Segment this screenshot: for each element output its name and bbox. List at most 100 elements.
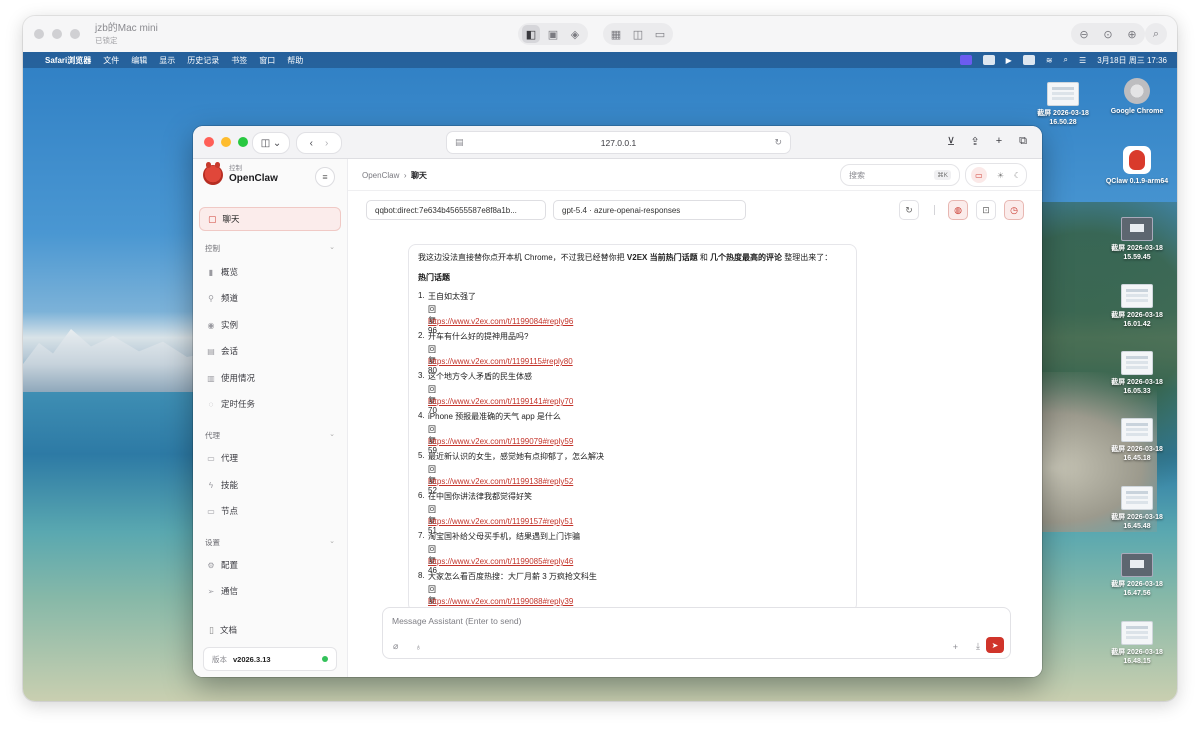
grid-icon[interactable]: ▦	[607, 25, 625, 43]
zoom-fit-icon[interactable]: ⊙	[1099, 25, 1117, 43]
folder-icon: ▭	[207, 453, 215, 463]
menu-item-view[interactable]: 显示	[159, 55, 175, 66]
add-icon[interactable]: +	[953, 642, 958, 652]
sidebar-item-usage[interactable]: ▥ 使用情况	[205, 372, 255, 384]
item-link[interactable]: https://www.v2ex.com/t/1199141#reply70	[428, 397, 573, 406]
microphone-icon[interactable]: ♁	[415, 642, 422, 652]
item-link[interactable]: https://www.v2ex.com/t/1199157#reply51	[428, 517, 573, 526]
share-icon[interactable]: ⇪	[966, 132, 984, 150]
section-header-control[interactable]: 控制 ⌄	[205, 243, 335, 254]
sidebar-item-sessions[interactable]: ▤ 会话	[205, 345, 238, 357]
control-mode-icon[interactable]: ◧	[522, 25, 540, 43]
sidebar-item-instances[interactable]: ◉ 实例	[205, 319, 239, 331]
attach-icon[interactable]: ⌀	[393, 641, 398, 652]
play-icon[interactable]: ▶	[1006, 56, 1012, 65]
lightning-icon: ϟ	[208, 480, 214, 490]
forward-icon[interactable]: ›	[325, 138, 328, 149]
sidebar-item-comms[interactable]: ➢ 通信	[205, 585, 238, 597]
split-icon[interactable]: ◫	[629, 25, 647, 43]
sidebar-toggle-button[interactable]: ◫ ⌄	[252, 132, 290, 154]
sidebar-item-config[interactable]: ⚙ 配置	[205, 559, 238, 571]
desktop-file-screenshot[interactable]: 截屏 2026-03-18 15.59.45	[1102, 217, 1172, 262]
desktop-app-chrome[interactable]: Google Chrome	[1102, 78, 1172, 116]
desktop-file-screenshot[interactable]: 截屏 2026-03-18 16.45.48	[1102, 486, 1172, 531]
item-number: 1.	[418, 291, 425, 300]
close-dot[interactable]	[34, 29, 44, 39]
sidebar-item-chat[interactable]: ▢ 聊天	[199, 207, 341, 231]
desktop-file-screenshot[interactable]: 截屏 2026-03-18 16.05.33	[1102, 351, 1172, 396]
section-header-agent[interactable]: 代理 ⌄	[205, 430, 335, 441]
sidebar-item-agents[interactable]: ▭ 代理	[205, 452, 238, 464]
downloads-icon[interactable]: ⊻	[942, 132, 960, 150]
zoom-dot[interactable]	[70, 29, 80, 39]
desktop-file-screenshot[interactable]: 截屏 2026-03-18 16.48.15	[1102, 621, 1172, 666]
tab-overview-icon[interactable]: ⧉	[1014, 132, 1032, 150]
remote-search-icon[interactable]: ⌕	[1149, 25, 1163, 43]
app-status-icon[interactable]	[982, 55, 995, 65]
menu-item-bookmarks[interactable]: 书签	[231, 55, 247, 66]
menubar-clock[interactable]: 3月18日 周三 17:36	[1097, 55, 1167, 66]
menu-item-window[interactable]: 窗口	[259, 55, 275, 66]
desktop-app-qclaw[interactable]: QClaw 0.1.9-arm64	[1102, 146, 1172, 186]
section-header-settings[interactable]: 设置 ⌄	[205, 537, 335, 548]
theme-system-icon[interactable]: ▭	[970, 167, 987, 183]
back-icon[interactable]: ‹	[310, 138, 313, 149]
desktop-file-screenshot[interactable]: 截屏 2026-03-18 16.01.42	[1102, 284, 1172, 329]
menu-item-history[interactable]: 历史记录	[187, 55, 219, 66]
docs-link[interactable]: ▯ 文档	[209, 624, 237, 636]
minimize-dot[interactable]	[52, 29, 62, 39]
desktop-file-screenshot[interactable]: 截屏 2026-03-18 16.47.56	[1102, 553, 1172, 598]
desktop-file-screenshot[interactable]: 截屏 2026-03-18 16.50.28	[1028, 82, 1098, 127]
page-settings-icon[interactable]: ▤	[455, 137, 464, 148]
zoom-in-icon[interactable]: ⊕	[1123, 25, 1141, 43]
display-icon[interactable]: ▭	[651, 25, 669, 43]
refresh-button[interactable]: ↻	[899, 200, 919, 220]
sidebar-item-nodes[interactable]: ▭ 节点	[205, 505, 238, 517]
breadcrumb-current: 聊天	[410, 171, 427, 180]
history-button[interactable]: ◷	[1004, 200, 1024, 220]
control-center-icon[interactable]: ☰	[1079, 56, 1086, 65]
zoom-button[interactable]	[238, 137, 248, 147]
theme-dark-icon[interactable]: ☾	[1014, 171, 1021, 180]
desktop-file-screenshot[interactable]: 截屏 2026-03-18 16.45.18	[1102, 418, 1172, 463]
message-composer[interactable]: Message Assistant (Enter to send) ⌀ ♁ + …	[382, 607, 1011, 659]
thinking-toggle-button[interactable]: ◍	[948, 200, 968, 220]
gear-icon: ⚙	[207, 560, 215, 570]
session-selector[interactable]: qqbot:direct:7e634b45655587e8f8a1b...	[366, 200, 546, 220]
wifi-icon[interactable]: ≋	[1046, 56, 1053, 65]
item-link[interactable]: https://www.v2ex.com/t/1199084#reply96	[428, 317, 573, 326]
theme-light-icon[interactable]: ☀	[997, 171, 1004, 180]
item-link[interactable]: https://www.v2ex.com/t/1199115#reply80	[428, 357, 573, 366]
minimize-button[interactable]	[221, 137, 231, 147]
sidebar-item-cron[interactable]: ◌ 定时任务	[205, 398, 255, 410]
close-button[interactable]	[204, 137, 214, 147]
menu-item-edit[interactable]: 编辑	[131, 55, 147, 66]
sidebar-item-overview[interactable]: ▮ 概览	[205, 266, 238, 278]
send-button[interactable]: ➤	[986, 637, 1004, 653]
breadcrumb-separator: ›	[403, 171, 407, 180]
menu-item-file[interactable]: 文件	[103, 55, 119, 66]
menu-app-name[interactable]: Safari浏览器	[45, 55, 91, 66]
item-link[interactable]: https://www.v2ex.com/t/1199138#reply52	[428, 477, 573, 486]
reload-icon[interactable]: ↻	[774, 137, 782, 148]
item-link[interactable]: https://www.v2ex.com/t/1199079#reply59	[428, 437, 573, 446]
sidebar-item-channels[interactable]: ⚲ 频道	[205, 292, 238, 304]
breadcrumb-root[interactable]: OpenClaw	[362, 171, 399, 180]
search-input[interactable]: 搜索 ⌘K	[840, 164, 960, 186]
item-link[interactable]: https://www.v2ex.com/t/1199088#reply39	[428, 597, 573, 606]
menu-item-help[interactable]: 帮助	[287, 55, 303, 66]
address-bar[interactable]: ▤ 127.0.0.1 ↻	[446, 131, 791, 154]
layers-icon[interactable]: ◈	[566, 25, 584, 43]
screen-share-icon[interactable]	[1022, 55, 1035, 65]
model-selector[interactable]: gpt-5.4 · azure-openai-responses	[553, 200, 746, 220]
zoom-out-icon[interactable]: ⊖	[1075, 25, 1093, 43]
new-tab-icon[interactable]: +	[990, 132, 1008, 150]
spotlight-icon[interactable]: ⌕	[1064, 55, 1068, 65]
item-link[interactable]: https://www.v2ex.com/t/1199085#reply46	[428, 557, 573, 566]
sidebar-item-skills[interactable]: ϟ 技能	[205, 479, 238, 491]
collapse-menu-button[interactable]: ≡	[315, 167, 335, 187]
input-method-icon[interactable]	[959, 55, 972, 65]
download-icon[interactable]: ⤓	[976, 641, 980, 652]
focus-button[interactable]: ⊡	[976, 200, 996, 220]
image-mode-icon[interactable]: ▣	[544, 25, 562, 43]
